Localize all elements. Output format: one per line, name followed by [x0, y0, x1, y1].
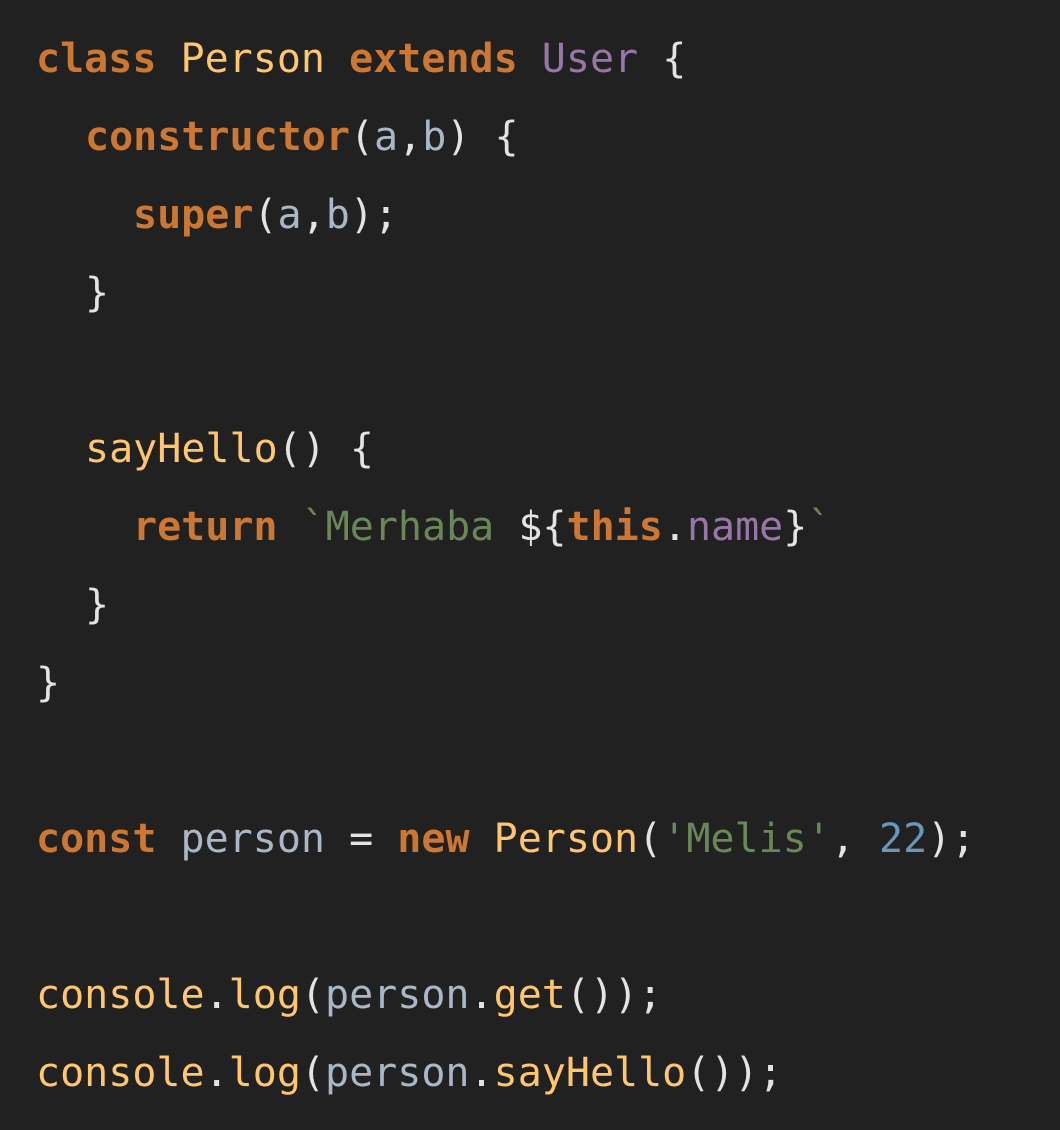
close-brace: } [36, 660, 61, 706]
comma: , [398, 114, 423, 160]
arg-b: b [325, 192, 350, 238]
code-line-1[interactable]: class Person extends User { [36, 20, 1060, 98]
keyword-new: new [397, 816, 470, 862]
paren-close: ()); [565, 972, 663, 1018]
parens: () [277, 426, 326, 472]
equals: = [349, 816, 374, 862]
method-name-sayhello: sayHello [85, 426, 278, 472]
paren-open: ( [638, 816, 663, 862]
arg-a: a [277, 192, 302, 238]
keyword-return: return [133, 504, 278, 550]
paren-close: ); [927, 816, 976, 862]
keyword-extends: extends [349, 36, 518, 82]
code-line-2[interactable]: constructor(a,b) { [36, 98, 1060, 176]
paren-open: ( [300, 1050, 326, 1096]
comma: , [830, 816, 855, 862]
interpolation-close: } [783, 504, 808, 550]
person-ref: person [325, 972, 470, 1018]
code-line-7[interactable]: return `Merhaba ${this.name}` [36, 488, 1060, 566]
log-function: log [228, 972, 301, 1018]
log-function: log [228, 1050, 301, 1096]
dot: . [469, 1050, 494, 1096]
dot: . [204, 972, 229, 1018]
keyword-this: this [566, 504, 663, 550]
code-line-6[interactable]: sayHello() { [36, 410, 1060, 488]
open-brace: { [494, 114, 519, 160]
code-editor[interactable]: class Person extends User { constructor(… [0, 0, 1060, 1130]
code-line-9[interactable]: } [36, 644, 1060, 722]
template-close: ` [807, 504, 832, 550]
close-brace: } [85, 582, 110, 628]
keyword-const: const [36, 816, 157, 862]
paren-open: ( [300, 972, 326, 1018]
param-b: b [422, 114, 447, 160]
paren-close: ); [349, 192, 398, 238]
class-name: Person [180, 36, 326, 82]
paren-close: ()); [686, 1050, 783, 1096]
console-object: console [36, 1050, 205, 1096]
dot: . [204, 1050, 229, 1096]
keyword-class: class [36, 36, 157, 82]
param-a: a [374, 114, 399, 160]
dot: . [662, 504, 687, 550]
constructor-call: Person [493, 816, 639, 862]
person-ref: person [325, 1050, 470, 1096]
paren-open: ( [253, 192, 278, 238]
get-call: get [493, 972, 566, 1018]
code-line-12-blank[interactable] [36, 878, 1060, 956]
keyword-super: super [133, 192, 254, 238]
code-line-8[interactable]: } [36, 566, 1060, 644]
code-line-11[interactable]: const person = new Person('Melis', 22); [36, 800, 1060, 878]
constructor-keyword: constructor [85, 114, 350, 160]
code-line-4[interactable]: } [36, 254, 1060, 332]
dot: . [469, 972, 494, 1018]
code-line-13[interactable]: console.log(person.get()); [36, 956, 1060, 1034]
code-line-14[interactable]: console.log(person.sayHello()); [36, 1034, 1060, 1112]
super-class-name: User [541, 36, 639, 82]
open-brace: { [349, 426, 375, 472]
property-name: name [686, 504, 784, 550]
paren-open: ( [349, 114, 374, 160]
code-line-3[interactable]: super(a,b); [36, 176, 1060, 254]
variable-person: person [180, 816, 326, 862]
template-string: `Merhaba [301, 504, 519, 550]
code-line-10-blank[interactable] [36, 722, 1060, 800]
close-brace: } [85, 270, 110, 316]
console-object: console [36, 972, 205, 1018]
sayhello-call: sayHello [493, 1050, 687, 1096]
number-literal: 22 [879, 816, 928, 862]
open-brace: { [662, 36, 687, 82]
string-literal: 'Melis' [662, 816, 831, 862]
code-line-5-blank[interactable] [36, 332, 1060, 410]
paren-close: ) [446, 114, 471, 160]
comma: , [301, 192, 326, 238]
interpolation-open: ${ [518, 504, 567, 550]
